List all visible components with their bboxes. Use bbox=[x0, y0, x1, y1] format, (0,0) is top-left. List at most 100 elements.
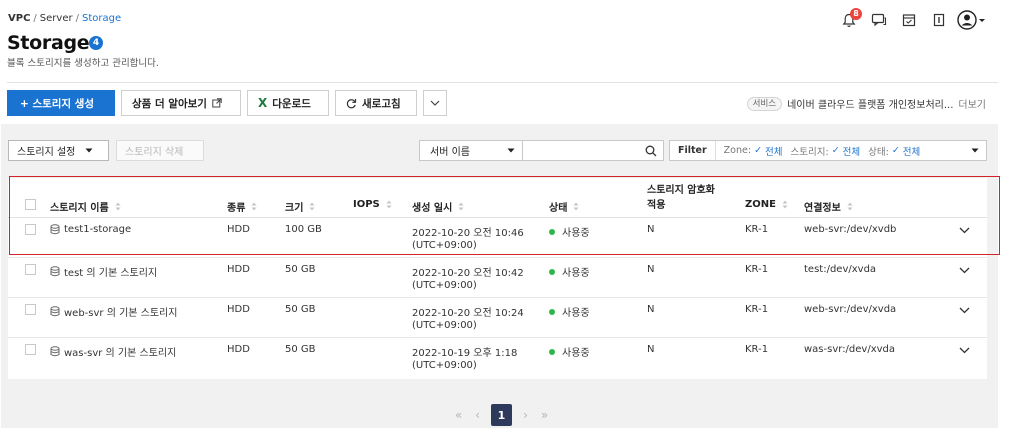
row-checkbox[interactable] bbox=[25, 344, 36, 355]
table-row[interactable]: was-svr 의 기본 스토리지 HDD 50 GB 2022-10-19 오… bbox=[8, 338, 987, 378]
storage-connection: web-svr:/dev/xvda bbox=[804, 304, 897, 315]
storage-status: 사용중 bbox=[549, 264, 590, 279]
column-header-encryption[interactable]: 스토리지 암호화 적용 bbox=[647, 183, 715, 213]
guide-badge[interactable]: 4 bbox=[89, 36, 103, 50]
disk-icon bbox=[50, 346, 60, 357]
prev-page-icon[interactable]: ‹ bbox=[468, 404, 487, 426]
table-row[interactable]: test 의 기본 스토리지 HDD 50 GB 2022-10-20 오전 1… bbox=[8, 258, 987, 298]
storage-settings-dropdown[interactable]: 스토리지 설정 bbox=[8, 140, 109, 161]
select-all-checkbox[interactable] bbox=[25, 199, 36, 210]
chevron-down-icon[interactable] bbox=[959, 347, 970, 354]
table-row[interactable]: test1-storage HDD 100 GB 2022-10-20 오전 1… bbox=[8, 218, 987, 258]
page-title: Storage bbox=[7, 32, 90, 54]
service-notice: 서비스 네이버 클라우드 플랫폼 개인정보처리... 더보기 bbox=[746, 96, 986, 111]
last-page-icon[interactable]: » bbox=[535, 404, 554, 426]
breadcrumb-storage[interactable]: Storage bbox=[82, 13, 121, 24]
chevron-down-icon[interactable] bbox=[959, 307, 970, 314]
sort-icon bbox=[251, 202, 257, 211]
storage-created-tz: (UTC+09:00) bbox=[412, 240, 477, 251]
storage-created: 2022-10-20 오전 10:24 bbox=[412, 308, 524, 319]
sort-icon bbox=[782, 200, 788, 209]
more-actions-dropdown[interactable] bbox=[423, 90, 447, 116]
storage-delete-button[interactable]: 스토리지 삭제 bbox=[116, 140, 204, 161]
storage-created: 2022-10-20 오전 10:46 bbox=[412, 228, 524, 239]
storage-type: HDD bbox=[227, 304, 250, 315]
storage-name-cell[interactable]: was-svr 의 기본 스토리지 bbox=[50, 344, 176, 359]
storage-status-label: 사용중 bbox=[562, 348, 590, 359]
caret-down-icon bbox=[507, 148, 515, 153]
column-header-iops[interactable]: IOPS bbox=[353, 199, 392, 210]
chevron-down-icon[interactable] bbox=[959, 267, 970, 274]
caret-down-icon[interactable] bbox=[971, 148, 979, 153]
breadcrumb-separator: / bbox=[33, 13, 37, 24]
storage-created-tz: (UTC+09:00) bbox=[412, 280, 477, 291]
column-header-encryption-label-2: 적용 bbox=[647, 200, 666, 211]
filter-storage[interactable]: 스토리지: ✓ 전체 bbox=[791, 144, 861, 158]
row-checkbox[interactable] bbox=[25, 304, 36, 315]
column-header-connection[interactable]: 연결정보 bbox=[804, 199, 853, 214]
chat-icon[interactable] bbox=[864, 9, 894, 31]
filter-zone[interactable]: Zone: ✓ 전체 bbox=[724, 144, 783, 158]
service-notice-text[interactable]: 네이버 클라우드 플랫폼 개인정보처리... bbox=[787, 96, 953, 111]
column-header-status-label: 상태 bbox=[549, 203, 568, 214]
refresh-icon bbox=[346, 98, 357, 108]
first-page-icon[interactable]: « bbox=[449, 404, 468, 426]
column-header-encryption-label: 스토리지 암호화 bbox=[647, 185, 715, 196]
filter-zone-value: 전체 bbox=[765, 146, 783, 158]
chevron-down-icon[interactable] bbox=[959, 227, 970, 234]
filter-bar[interactable]: Filter Zone: ✓ 전체 스토리지: ✓ 전체 상태: ✓ 전체 bbox=[669, 140, 987, 161]
search-icon[interactable] bbox=[645, 145, 657, 157]
create-storage-button[interactable]: + 스토리지 생성 bbox=[7, 90, 115, 116]
storage-size: 50 GB bbox=[285, 304, 316, 315]
document-icon[interactable] bbox=[924, 9, 954, 31]
download-label: 다운로드 bbox=[272, 97, 311, 110]
status-dot-icon bbox=[549, 349, 555, 355]
refresh-button[interactable]: 새로고침 bbox=[335, 90, 417, 116]
column-header-name[interactable]: 스토리지 이름 bbox=[50, 199, 121, 214]
search-input[interactable] bbox=[523, 140, 664, 161]
bell-icon[interactable]: 8 bbox=[834, 8, 864, 31]
table-row[interactable]: web-svr 의 기본 스토리지 HDD 50 GB 2022-10-20 오… bbox=[8, 298, 987, 338]
service-more-link[interactable]: 더보기 bbox=[958, 96, 986, 111]
refresh-label: 새로고침 bbox=[362, 97, 401, 110]
search-field-select[interactable]: 서버 이름 bbox=[419, 140, 523, 161]
filter-storage-label: 스토리지: bbox=[790, 146, 829, 158]
storage-created: 2022-10-20 오전 10:42 bbox=[412, 268, 524, 279]
column-header-zone[interactable]: ZONE bbox=[745, 199, 788, 210]
breadcrumb-server[interactable]: Server bbox=[40, 13, 73, 24]
service-tag: 서비스 bbox=[746, 96, 783, 111]
learn-more-button[interactable]: 상품 더 알아보기 bbox=[121, 90, 241, 116]
storage-name-cell[interactable]: test1-storage bbox=[50, 224, 131, 235]
pagination: « ‹ 1 › » bbox=[449, 404, 554, 426]
row-checkbox[interactable] bbox=[25, 224, 36, 235]
storage-name-cell[interactable]: test 의 기본 스토리지 bbox=[50, 264, 157, 279]
column-header-type[interactable]: 종류 bbox=[227, 199, 257, 214]
filter-status[interactable]: 상태: ✓ 전체 bbox=[868, 144, 920, 158]
column-header-size-label: 크기 bbox=[285, 203, 304, 214]
storage-created-tz: (UTC+09:00) bbox=[412, 320, 477, 331]
storage-encryption: N bbox=[647, 264, 655, 275]
external-link-icon bbox=[212, 98, 222, 108]
storage-name-cell[interactable]: web-svr 의 기본 스토리지 bbox=[50, 304, 177, 319]
excel-icon: X bbox=[258, 96, 268, 110]
storage-name: web-svr 의 기본 스토리지 bbox=[64, 308, 178, 319]
download-button[interactable]: X 다운로드 bbox=[247, 90, 329, 116]
user-avatar-icon[interactable] bbox=[954, 9, 990, 31]
column-header-created[interactable]: 생성 일시 bbox=[412, 199, 464, 214]
next-page-icon[interactable]: › bbox=[516, 404, 535, 426]
breadcrumb-vpc[interactable]: VPC bbox=[8, 13, 30, 24]
column-header-status[interactable]: 상태 bbox=[549, 199, 579, 214]
column-header-connection-label: 연결정보 bbox=[804, 203, 841, 214]
storage-status-label: 사용중 bbox=[562, 308, 590, 319]
storage-encryption: N bbox=[647, 344, 655, 355]
storage-created: 2022-10-19 오후 1:18 bbox=[412, 348, 518, 359]
storage-zone: KR-1 bbox=[745, 264, 769, 275]
storage-connection: was-svr:/dev/xvda bbox=[804, 344, 896, 355]
filter-storage-value: 전체 bbox=[842, 146, 861, 158]
chevron-down-icon bbox=[430, 100, 440, 106]
row-checkbox[interactable] bbox=[25, 264, 36, 275]
breadcrumb: VPC / Server / Storage bbox=[8, 13, 121, 24]
column-header-size[interactable]: 크기 bbox=[285, 199, 315, 214]
page-number-current[interactable]: 1 bbox=[491, 404, 512, 426]
calendar-icon[interactable] bbox=[894, 9, 924, 31]
